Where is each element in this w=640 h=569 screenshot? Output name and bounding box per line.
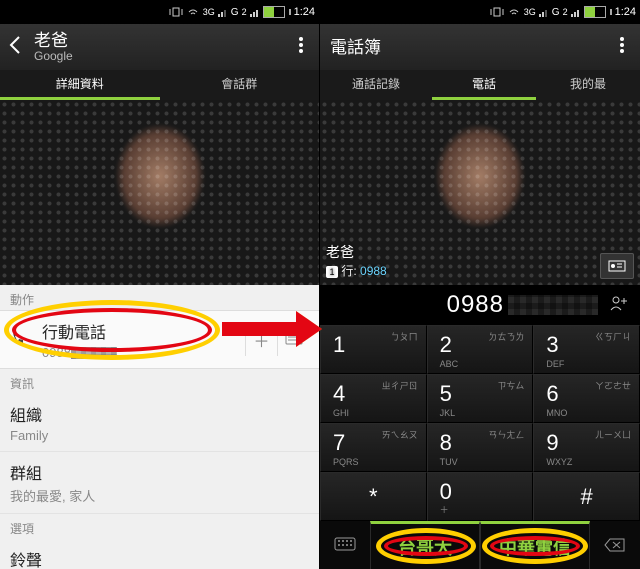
wifi-icon (186, 6, 200, 18)
vibrate-icon (169, 6, 183, 18)
key-star[interactable]: * (320, 472, 427, 521)
overflow-menu-button[interactable] (291, 36, 311, 59)
key-4[interactable]: 4ㄓㄔㄕㄖGHI (320, 374, 427, 423)
matched-contact-overlay: 老爸 1 行: 0988 (326, 242, 387, 279)
key-7[interactable]: 7ㄞㄟㄠㄡPQRS (320, 423, 427, 472)
sim2-label: 2 (563, 7, 568, 17)
backspace-button[interactable] (590, 521, 640, 569)
line-label: 行: (341, 264, 356, 278)
battery-icon (584, 6, 606, 18)
clock-label: 1:24 (615, 6, 636, 18)
section-options-header: 選項 (0, 514, 319, 539)
mobile-phone-row[interactable]: 行動電話 0988 ＋ (0, 310, 319, 369)
tab-phone[interactable]: 電話 (432, 70, 536, 100)
group-value: 我的最愛, 家人 (10, 486, 309, 505)
signal-1-icon (218, 7, 228, 17)
hide-keypad-button[interactable] (320, 521, 370, 569)
back-button[interactable] (8, 35, 28, 60)
network-g-label: G (231, 7, 239, 18)
header-bar: 電話簿 (320, 24, 640, 70)
redacted-number-part (71, 347, 117, 359)
section-info-header: 資訊 (0, 369, 319, 394)
matched-number-prefix: 0988 (360, 264, 387, 278)
battery-icon (263, 6, 285, 18)
group-row[interactable]: 群組 我的最愛, 家人 (0, 452, 319, 514)
contact-name-title: 老爸 (34, 31, 291, 50)
redacted-number-part (508, 295, 598, 315)
number-readout: 0988 (320, 285, 640, 325)
mobile-phone-label: 行動電話 (42, 319, 235, 343)
dial-button-row: 台哥大 中華電信 (320, 521, 640, 569)
vibrate-icon (490, 6, 504, 18)
status-bar: 3G G 2 1:24 (320, 0, 640, 24)
contact-body: 動作 行動電話 0988 ＋ 資訊 組織 Family 群組 我的最愛, 家人 … (0, 285, 319, 569)
wifi-icon (507, 6, 521, 18)
call-sim2-button[interactable]: 中華電信 (480, 521, 590, 569)
dialed-number[interactable]: 0988 (326, 291, 604, 319)
key-5[interactable]: 5ㄗㄘㄙJKL (427, 374, 534, 423)
key-hash[interactable]: # (533, 472, 640, 521)
dialer-screen: 3G G 2 1:24 電話簿 通話記錄 電話 我的最 老爸 1 行: 0988 (320, 0, 640, 569)
network-g-label: G (552, 7, 560, 18)
key-1[interactable]: 1ㄅㄆㄇ (320, 325, 427, 374)
tab-call-history[interactable]: 通話記錄 (320, 70, 432, 100)
sim2-label: 2 (242, 7, 247, 17)
tab-details[interactable]: 詳細資料 (0, 70, 160, 100)
organization-value: Family (10, 428, 309, 443)
tabs-bar: 詳細資料 會話群 (0, 70, 319, 100)
group-label: 群組 (10, 460, 309, 484)
organization-row[interactable]: 組織 Family (0, 394, 319, 452)
key-2[interactable]: 2ㄉㄊㄋㄌABC (427, 325, 534, 374)
matched-contact-photo[interactable]: 老爸 1 行: 0988 (320, 100, 640, 285)
tab-favorites[interactable]: 我的最 (536, 70, 640, 100)
organization-label: 組織 (10, 402, 309, 426)
phone-icon (10, 327, 32, 352)
dialer-keypad: 1ㄅㄆㄇ 2ㄉㄊㄋㄌABC 3ㄍㄎㄏㄐDEF 4ㄓㄔㄕㄖGHI 5ㄗㄘㄙJKL … (320, 325, 640, 521)
signal-2-icon (250, 7, 260, 17)
key-9[interactable]: 9ㄦㄧㄨㄩWXYZ (533, 423, 640, 472)
tab-chat[interactable]: 會話群 (160, 70, 320, 100)
phonebook-title: 電話簿 (330, 38, 612, 57)
tabs-bar: 通話記錄 電話 我的最 (320, 70, 640, 100)
key-3[interactable]: 3ㄍㄎㄏㄐDEF (533, 325, 640, 374)
call-sim1-button[interactable]: 台哥大 (370, 521, 480, 569)
signal-2-icon (571, 7, 581, 17)
header-bar: 老爸 Google (0, 24, 319, 70)
mobile-phone-number: 0988 (42, 345, 235, 360)
contact-detail-screen: 3G G 2 1:24 老爸 Google 詳細資料 會話群 動作 行動電話 0… (0, 0, 320, 569)
status-bar: 3G G 2 1:24 (0, 0, 319, 24)
contact-source-subtitle: Google (34, 50, 291, 63)
matched-contact-name: 老爸 (326, 242, 387, 262)
network-3g-label: 3G (524, 7, 536, 17)
add-contact-button[interactable] (604, 294, 634, 317)
contact-photo[interactable] (0, 100, 319, 285)
ringtone-row[interactable]: 鈴聲 (0, 539, 319, 569)
signal-1-icon (539, 7, 549, 17)
ringtone-label: 鈴聲 (10, 547, 309, 569)
clock-label: 1:24 (294, 6, 315, 18)
key-6[interactable]: 6ㄚㄛㄜㄝMNO (533, 374, 640, 423)
section-actions-header: 動作 (0, 285, 319, 310)
key-0[interactable]: 0＋ (427, 472, 534, 521)
contact-card-button[interactable] (600, 253, 634, 279)
overflow-menu-button[interactable] (612, 36, 632, 59)
network-3g-label: 3G (203, 7, 215, 17)
key-8[interactable]: 8ㄢㄣㄤㄥTUV (427, 423, 534, 472)
edit-number-button[interactable]: ＋ (245, 324, 277, 356)
sim-indicator: 1 (326, 266, 338, 278)
sms-button[interactable] (277, 324, 309, 356)
